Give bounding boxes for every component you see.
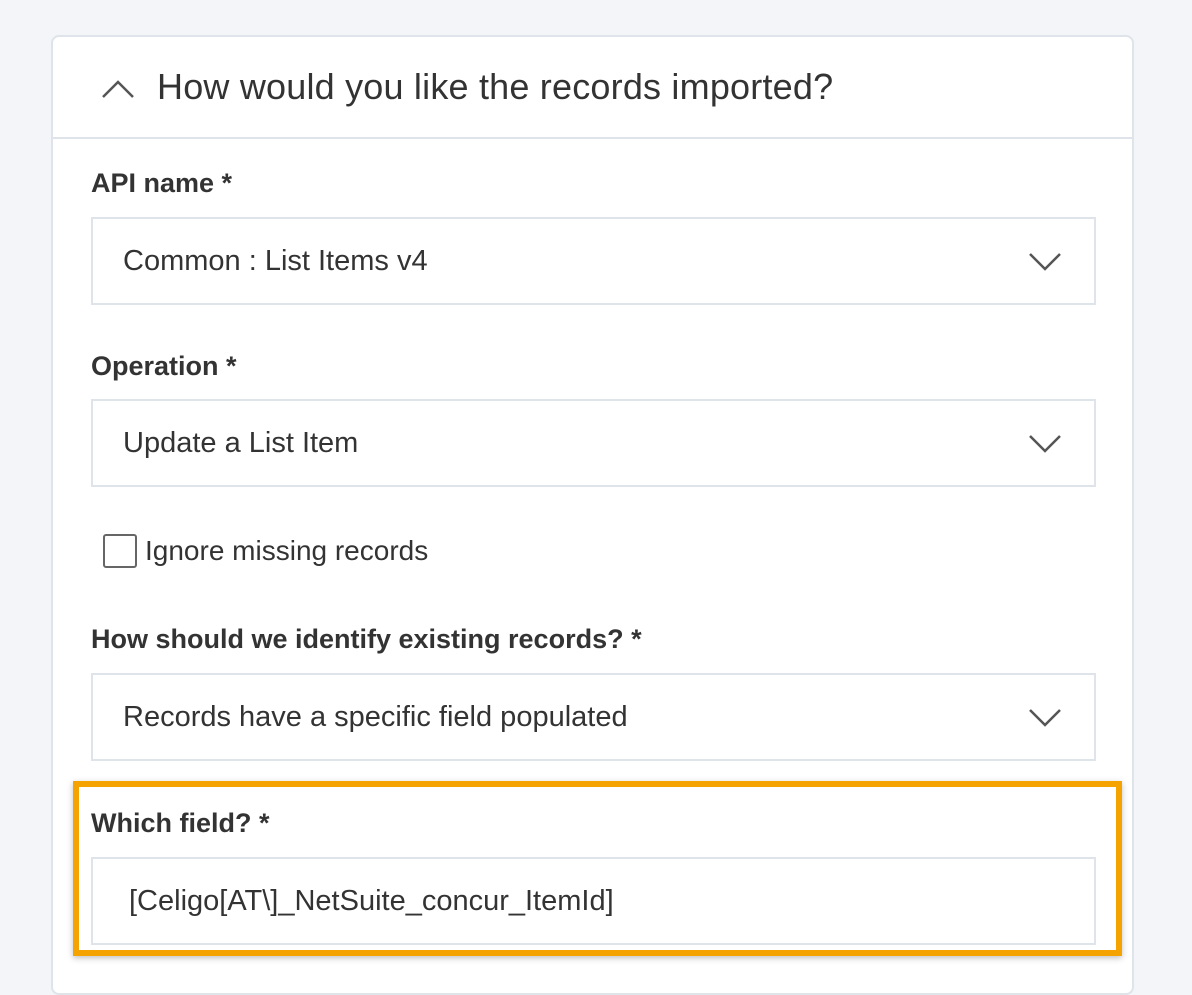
section-header[interactable]: How would you like the records imported? — [53, 37, 1132, 139]
section-title: How would you like the records imported? — [157, 66, 834, 107]
chevron-up-icon[interactable] — [101, 79, 135, 99]
operation-value: Update a List Item — [123, 426, 359, 459]
identify-records-label: How should we identify existing records?… — [91, 624, 642, 654]
api-name-value: Common : List Items v4 — [123, 244, 428, 277]
operation-label: Operation * — [91, 351, 237, 381]
chevron-down-icon[interactable] — [1028, 251, 1062, 273]
chevron-down-icon[interactable] — [1028, 433, 1062, 455]
operation-select[interactable]: Update a List Item — [91, 399, 1096, 487]
identify-records-value: Records have a specific field populated — [123, 700, 628, 733]
chevron-down-icon[interactable] — [1028, 707, 1062, 729]
identify-records-select[interactable]: Records have a specific field populated — [91, 673, 1096, 761]
import-settings-panel: How would you like the records imported?… — [51, 35, 1134, 995]
api-name-select[interactable]: Common : List Items v4 — [91, 217, 1096, 305]
ignore-missing-label[interactable]: Ignore missing records — [145, 535, 428, 567]
which-field-input[interactable] — [91, 857, 1096, 945]
ignore-missing-row[interactable]: Ignore missing records — [103, 534, 428, 568]
ignore-missing-checkbox[interactable] — [103, 534, 137, 568]
api-name-label: API name * — [91, 168, 233, 198]
which-field-label: Which field? * — [91, 808, 270, 838]
